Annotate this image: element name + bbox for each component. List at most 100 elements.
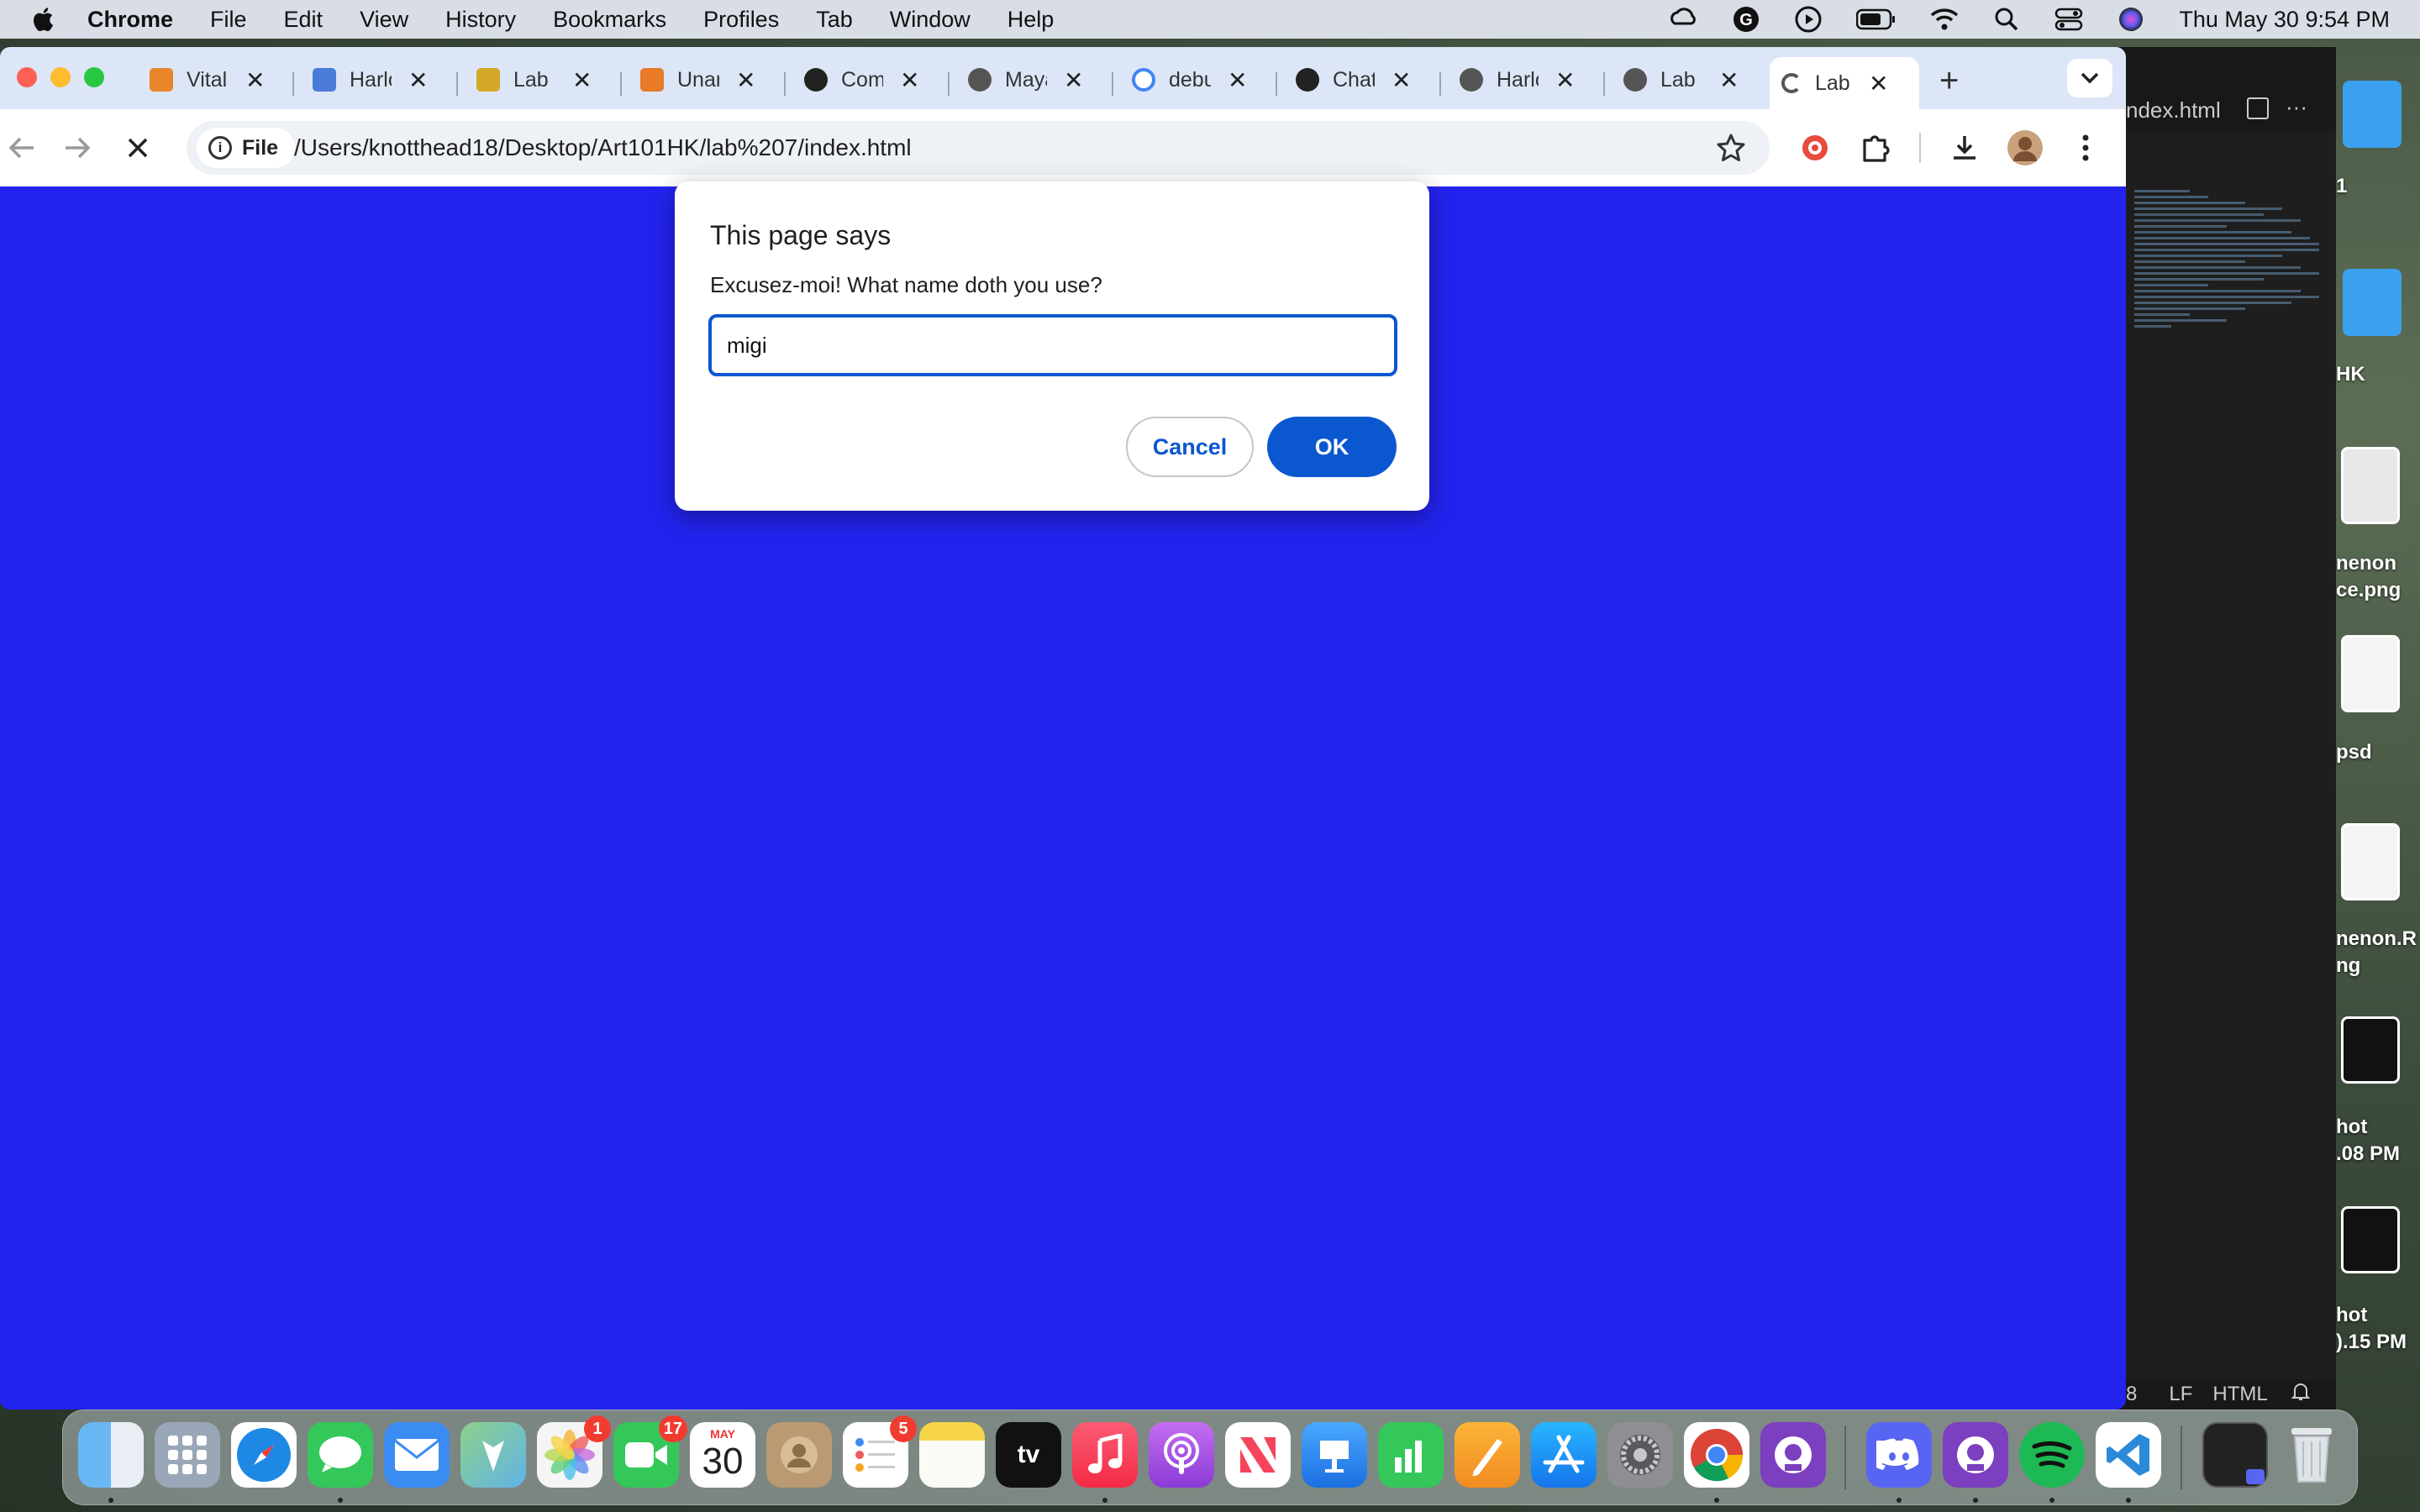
menu-help[interactable]: Help — [1007, 7, 1055, 33]
discord-icon[interactable] — [1866, 1422, 1932, 1488]
control-center-icon[interactable] — [2054, 5, 2083, 34]
grammarly-icon[interactable]: G — [1732, 5, 1760, 34]
github-desktop-icon[interactable] — [1760, 1422, 1826, 1488]
close-tab-icon[interactable]: ✕ — [1869, 70, 1888, 97]
bookmark-star-icon[interactable] — [1716, 133, 1746, 167]
notes-icon[interactable] — [919, 1422, 985, 1488]
finder-icon[interactable] — [78, 1422, 144, 1488]
app-store-icon[interactable] — [1531, 1422, 1597, 1488]
desktop-folder-icon[interactable] — [2343, 269, 2402, 336]
browser-tab[interactable]: Vital ✕ — [150, 57, 265, 102]
podcasts-icon[interactable] — [1149, 1422, 1214, 1488]
safari-icon[interactable] — [231, 1422, 297, 1488]
more-actions-icon[interactable]: ··· — [2286, 94, 2307, 120]
close-tab-icon[interactable]: ✕ — [1392, 66, 1411, 94]
creative-cloud-icon[interactable] — [1670, 5, 1698, 34]
chrome-icon[interactable] — [1684, 1422, 1749, 1488]
ok-button[interactable]: OK — [1267, 417, 1397, 477]
battery-icon[interactable] — [1856, 5, 1897, 34]
reminders-icon[interactable]: 5 — [843, 1415, 917, 1488]
menu-tab[interactable]: Tab — [816, 7, 853, 33]
menu-bookmarks[interactable]: Bookmarks — [553, 7, 666, 33]
spotify-icon[interactable] — [2019, 1422, 2085, 1488]
wifi-icon[interactable] — [1930, 5, 1959, 34]
menu-app-name[interactable]: Chrome — [87, 7, 173, 33]
close-window-button[interactable] — [17, 67, 37, 87]
close-tab-icon[interactable]: ✕ — [736, 66, 755, 94]
play-icon[interactable] — [1794, 5, 1823, 34]
pages-icon[interactable] — [1455, 1422, 1520, 1488]
trash-icon[interactable] — [2279, 1422, 2344, 1488]
photos-icon[interactable]: 1 — [537, 1415, 611, 1488]
browser-tab[interactable]: Com ✕ — [804, 57, 919, 102]
keynote-icon[interactable] — [1302, 1422, 1367, 1488]
browser-tab[interactable]: Harlo ✕ — [313, 57, 428, 102]
menu-window[interactable]: Window — [890, 7, 971, 33]
desktop-image-icon[interactable] — [2341, 823, 2400, 900]
apple-menu-icon[interactable] — [30, 5, 59, 34]
browser-tab[interactable]: Maya ✕ — [968, 57, 1083, 102]
more-menu-icon[interactable] — [2065, 128, 2106, 168]
stop-loading-icon[interactable] — [119, 129, 156, 166]
desktop-screenshot-icon[interactable] — [2341, 1016, 2400, 1084]
launchpad-icon[interactable] — [155, 1422, 220, 1488]
news-icon[interactable] — [1225, 1422, 1291, 1488]
vscode-icon[interactable] — [2096, 1422, 2161, 1488]
spotlight-search-icon[interactable] — [1992, 5, 2021, 34]
close-tab-icon[interactable]: ✕ — [572, 66, 592, 94]
desktop-image-icon[interactable] — [2341, 447, 2400, 524]
apple-tv-icon[interactable]: tv — [996, 1422, 1061, 1488]
music-icon[interactable] — [1072, 1422, 1138, 1488]
menu-bar-clock[interactable]: Thu May 30 9:54 PM — [2179, 7, 2390, 33]
address-url[interactable]: /Users/knotthead18/Desktop/Art101HK/lab%… — [294, 134, 912, 161]
extension-badge-icon[interactable] — [1795, 128, 1835, 168]
new-tab-button[interactable]: + — [1939, 62, 1959, 100]
browser-tab[interactable]: Harlo ✕ — [1460, 57, 1575, 102]
status-line-ending[interactable]: LF — [2169, 1383, 2192, 1406]
site-info-chip[interactable]: i File — [197, 128, 296, 168]
prompt-input[interactable] — [708, 314, 1397, 376]
mail-icon[interactable] — [384, 1422, 450, 1488]
back-arrow-icon[interactable] — [3, 129, 40, 166]
status-language[interactable]: HTML — [2212, 1383, 2267, 1406]
numbers-icon[interactable] — [1378, 1422, 1444, 1488]
notifications-bell-icon[interactable] — [2291, 1382, 2311, 1408]
close-tab-icon[interactable]: ✕ — [1064, 66, 1083, 94]
download-icon[interactable] — [1944, 128, 1985, 168]
extensions-puzzle-icon[interactable] — [1855, 128, 1896, 168]
browser-tab[interactable]: Unar ✕ — [640, 57, 755, 102]
close-tab-icon[interactable]: ✕ — [1228, 66, 1247, 94]
vscode-editor-tab[interactable]: ndex.html — [2126, 97, 2221, 123]
github-desktop-icon[interactable] — [1943, 1422, 2008, 1488]
close-tab-icon[interactable]: ✕ — [1719, 66, 1739, 94]
settings-icon[interactable] — [1607, 1422, 1673, 1488]
browser-tab[interactable]: debu ✕ — [1132, 57, 1247, 102]
status-line-number[interactable]: 8 — [2126, 1383, 2137, 1406]
close-tab-icon[interactable]: ✕ — [900, 66, 919, 94]
desktop-folder-icon[interactable] — [2343, 81, 2402, 148]
split-editor-icon[interactable] — [2247, 97, 2269, 119]
menu-profiles[interactable]: Profiles — [703, 7, 779, 33]
close-tab-icon[interactable]: ✕ — [245, 66, 265, 94]
menu-view[interactable]: View — [360, 7, 408, 33]
window-thumbnail-icon[interactable] — [2202, 1422, 2268, 1488]
menu-edit[interactable]: Edit — [284, 7, 324, 33]
browser-tab-active[interactable]: Lab 7 ✕ — [1770, 57, 1919, 109]
desktop-screenshot-icon[interactable] — [2341, 1206, 2400, 1273]
maps-icon[interactable] — [460, 1422, 526, 1488]
browser-tab[interactable]: Chat ✕ — [1296, 57, 1411, 102]
contacts-icon[interactable] — [766, 1422, 832, 1488]
siri-icon[interactable] — [2117, 5, 2145, 34]
facetime-icon[interactable]: 17 — [613, 1415, 687, 1488]
browser-tab[interactable]: Lab ✕ — [476, 57, 592, 102]
calendar-icon[interactable]: MAY 30 — [690, 1422, 755, 1488]
zoom-window-button[interactable] — [84, 67, 104, 87]
tab-search-chevron-icon[interactable] — [2067, 59, 2112, 97]
address-bar[interactable]: i File /Users/knotthead18/Desktop/Art101… — [187, 121, 1770, 175]
close-tab-icon[interactable]: ✕ — [408, 66, 428, 94]
forward-arrow-icon[interactable] — [59, 129, 96, 166]
cancel-button[interactable]: Cancel — [1126, 417, 1254, 477]
close-tab-icon[interactable]: ✕ — [1555, 66, 1575, 94]
menu-file[interactable]: File — [210, 7, 247, 33]
profile-avatar[interactable] — [2005, 128, 2045, 168]
